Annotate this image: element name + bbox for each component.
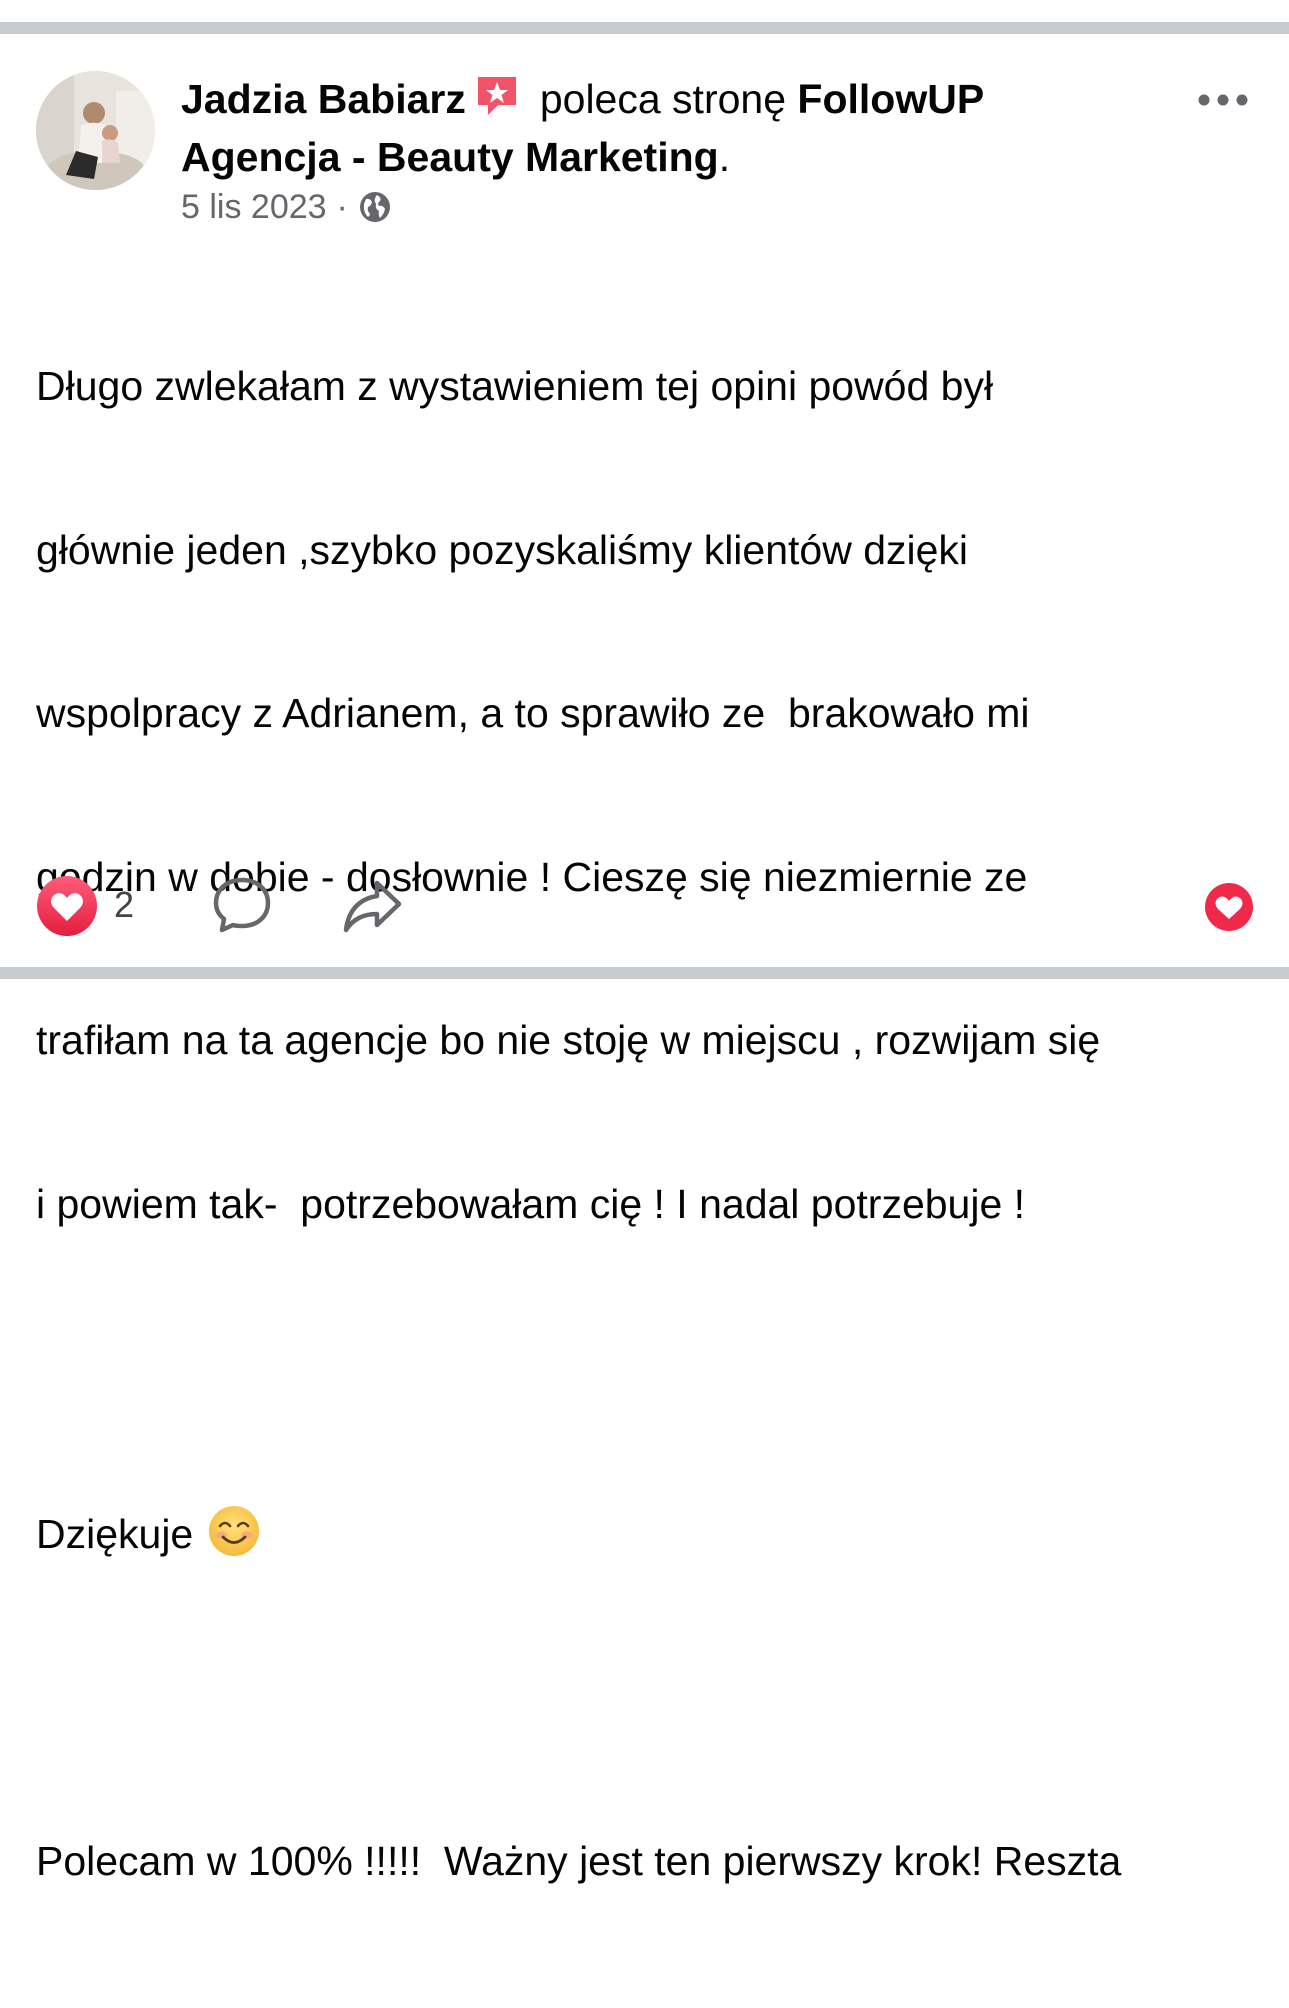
avatar-photo [36, 71, 155, 190]
body-line: trafiłam na ta agencje bo nie stoję w mi… [36, 1017, 1101, 1063]
post-header: Jadzia Babiarz poleca stronę FollowUP Ag… [181, 70, 1141, 186]
comment-icon [213, 877, 271, 933]
meta-separator: · [336, 188, 348, 226]
header-period: . [718, 134, 731, 180]
thanks-line: Dziękuje [36, 1504, 1276, 1562]
author-name[interactable]: Jadzia Babiarz [181, 76, 466, 122]
body-line: i powiem tak- potrzebowałam cię ! I nada… [36, 1180, 1026, 1227]
post-date[interactable]: 5 lis 2023 [181, 185, 327, 229]
top-divider [0, 22, 1289, 34]
heart-icon [37, 876, 97, 936]
body-line: Długo zwlekałam z wystawieniem tej opini… [36, 363, 994, 409]
post-body: Długo zwlekałam z wystawieniem tej opini… [36, 250, 1276, 2008]
body-line: wspolpracy z Adrianem, a to sprawiło ze … [36, 690, 1030, 736]
heart-icon [1205, 883, 1253, 931]
thanks-text: Dziękuje [36, 1510, 194, 1557]
post-meta: 5 lis 2023 · [181, 185, 392, 229]
post-actions: 2 [36, 875, 1256, 939]
share-icon [343, 880, 402, 933]
comment-button[interactable] [212, 875, 272, 935]
body-line: głównie jeden ,szybko pozyskaliśmy klien… [36, 526, 969, 573]
author-avatar[interactable] [36, 71, 155, 190]
closing-line: Polecam w 100% !!!!! Ważny jest ten pier… [36, 1837, 1122, 1884]
globe-icon [358, 190, 392, 224]
reaction-heart-button[interactable] [36, 875, 98, 937]
share-button[interactable] [341, 877, 403, 935]
recommendation-text: poleca stronę [539, 76, 787, 122]
bottom-divider [0, 967, 1289, 979]
more-dots-icon [1198, 94, 1248, 106]
smiling-face-emoji-icon [207, 1504, 261, 1558]
more-options-button[interactable] [1196, 88, 1250, 112]
react-heart-button[interactable] [1204, 882, 1254, 932]
recommendation-badge-icon [472, 71, 522, 121]
reaction-count[interactable]: 2 [114, 885, 134, 925]
closing-line: idzie w parze ;) [36, 1997, 1276, 2008]
